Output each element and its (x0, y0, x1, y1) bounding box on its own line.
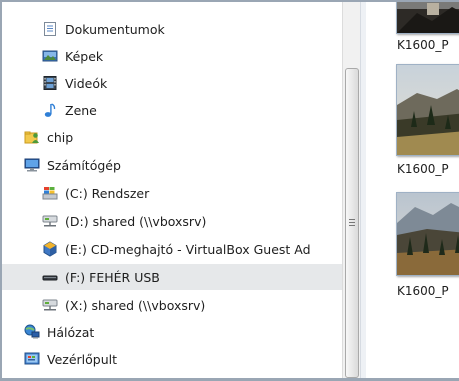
navigation-pane[interactable]: Dokumentumok Képek Videók Zene chip Szám… (2, 2, 342, 378)
nav-item-drive-x[interactable]: (X:) shared (\\vboxsrv) (42, 292, 205, 318)
user-folder-icon (24, 129, 40, 145)
network-drive-icon (42, 297, 58, 313)
nav-item-label: Képek (65, 48, 104, 64)
nav-item-label: (E:) CD-meghajtó - VirtualBox Guest Ad (65, 241, 311, 257)
network-drive-icon (42, 213, 58, 229)
nav-item-drive-d[interactable]: (D:) shared (\\vboxsrv) (42, 208, 206, 234)
documents-icon (42, 21, 58, 37)
nav-item-control-panel[interactable]: Vezérlőpult (24, 346, 117, 372)
nav-item-computer[interactable]: Számítógép (24, 152, 121, 178)
computer-icon (24, 157, 40, 173)
nav-item-label: (D:) shared (\\vboxsrv) (65, 213, 207, 229)
network-icon (24, 324, 40, 340)
music-icon (42, 102, 58, 118)
nav-item-network[interactable]: Hálózat (24, 319, 94, 345)
nav-item-label: Hálózat (47, 324, 95, 340)
cd-drive-icon (42, 241, 58, 257)
nav-item-label: chip (47, 129, 74, 145)
nav-item-label: Videók (65, 75, 108, 91)
nav-item-label: Dokumentumok (65, 21, 165, 37)
thumbnail-image[interactable] (396, 64, 459, 156)
scrollbar-thumb[interactable] (345, 68, 359, 378)
pictures-icon (42, 48, 58, 64)
control-panel-icon (24, 351, 40, 367)
content-pane[interactable]: K1600_P K1600_P K1600_P (366, 2, 459, 378)
scrollbar-grip-icon (349, 219, 355, 227)
videos-icon (42, 75, 58, 91)
nav-item-drive-c[interactable]: (C:) Rendszer (42, 180, 149, 206)
nav-item-drive-f[interactable]: (F:) FEHÉR USB (2, 264, 342, 290)
nav-item-music[interactable]: Zene (42, 97, 97, 123)
nav-item-label: Zene (65, 102, 97, 118)
nav-item-label: Számítógép (47, 157, 121, 173)
thumbnail-caption: K1600_P (397, 162, 449, 176)
thumbnail-caption: K1600_P (397, 284, 449, 298)
nav-item-label: Vezérlőpult (47, 351, 118, 367)
window-border-left (0, 0, 2, 381)
nav-item-videos[interactable]: Videók (42, 70, 107, 96)
usb-drive-icon (42, 269, 58, 285)
nav-item-label: (X:) shared (\\vboxsrv) (65, 297, 206, 313)
nav-item-label: (C:) Rendszer (65, 185, 150, 201)
thumbnail-image[interactable] (396, 192, 459, 276)
system-drive-icon (42, 185, 58, 201)
window-border-top (0, 0, 459, 2)
explorer-window: Dokumentumok Képek Videók Zene chip Szám… (0, 0, 459, 381)
thumbnail-caption: K1600_P (397, 38, 449, 52)
nav-item-label: (F:) FEHÉR USB (65, 269, 160, 285)
nav-pane-scrollbar[interactable] (342, 2, 360, 378)
nav-item-chip[interactable]: chip (24, 124, 73, 150)
thumbnail-image[interactable] (396, 2, 459, 34)
nav-item-drive-e[interactable]: (E:) CD-meghajtó - VirtualBox Guest Ad (42, 236, 311, 262)
nav-item-documents[interactable]: Dokumentumok (42, 16, 165, 42)
nav-item-pictures[interactable]: Képek (42, 43, 103, 69)
